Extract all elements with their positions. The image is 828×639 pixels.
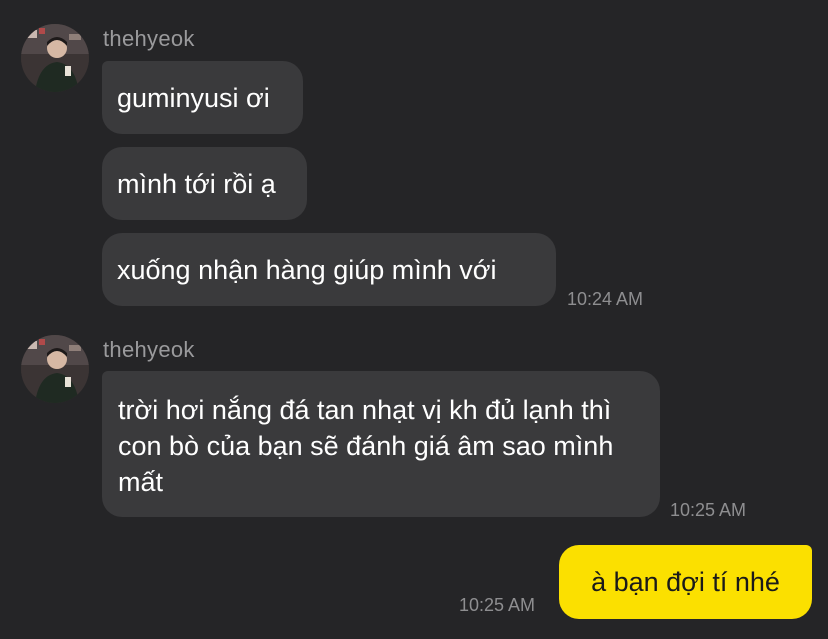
message-bubble[interactable]: guminyusi ơi [102, 61, 303, 134]
message-timestamp: 10:25 AM [459, 595, 536, 615]
message-bubble[interactable]: trời hơi nắng đá tan nhạt vị kh đủ lạnh … [102, 371, 660, 517]
sender-name[interactable]: thehyeok [103, 337, 195, 363]
sender-avatar[interactable] [21, 24, 89, 92]
message-bubble[interactable]: mình tới rồi ạ [102, 147, 307, 220]
sender-avatar[interactable] [21, 335, 89, 403]
avatar-photo-icon [21, 335, 89, 403]
message-timestamp: 10:25 AM [670, 500, 747, 520]
message-bubble[interactable]: xuống nhận hàng giúp mình với [102, 233, 556, 306]
outgoing-message-bubble[interactable]: à bạn đợi tí nhé [559, 545, 812, 619]
avatar-photo-icon [21, 24, 89, 92]
sender-name[interactable]: thehyeok [103, 26, 195, 52]
message-timestamp: 10:24 AM [567, 289, 644, 309]
chat-conversation: thehyeok guminyusi ơi mình tới rồi ạ xuố… [0, 0, 828, 639]
